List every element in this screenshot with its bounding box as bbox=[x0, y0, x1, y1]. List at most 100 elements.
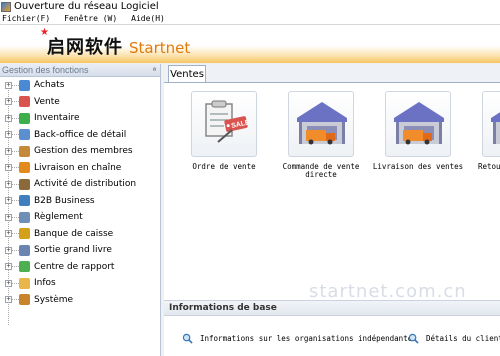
warehouse-truck-icon bbox=[394, 102, 444, 145]
expand-icon[interactable]: + bbox=[5, 197, 12, 205]
sidebar-item-label: Infos bbox=[34, 278, 56, 289]
expand-icon[interactable]: + bbox=[5, 114, 12, 122]
expand-icon[interactable]: + bbox=[5, 81, 12, 89]
expand-icon[interactable]: + bbox=[5, 296, 12, 304]
function-tree: + Achats + Vente + Inventaire + Back-office de … bbox=[0, 77, 160, 308]
sidebar-item[interactable]: + B2B Business bbox=[0, 193, 160, 210]
menu-window[interactable]: Fenêtre (W) bbox=[64, 14, 117, 23]
sidebar-item-label: Centre de rapport bbox=[34, 261, 115, 272]
sidebar-item[interactable]: + Inventaire bbox=[0, 110, 160, 127]
shopping-cart-icon bbox=[19, 129, 30, 141]
sidebar-item-label: Livraison en chaîne bbox=[34, 162, 122, 173]
tile-label: Ordre de vente bbox=[192, 162, 256, 171]
distribution-icon bbox=[19, 178, 30, 190]
expand-icon[interactable]: + bbox=[5, 147, 12, 155]
sidebar-item[interactable]: + Livraison en chaîne bbox=[0, 160, 160, 177]
expand-icon[interactable]: + bbox=[5, 131, 12, 139]
info-panel-title: Informations de base bbox=[164, 301, 500, 316]
ledger-icon bbox=[19, 244, 30, 256]
function-sidebar: Gestion des fonctions ª + Achats + Vente + In… bbox=[0, 64, 161, 356]
title-bar: Ouverture du réseau Logiciel bbox=[0, 0, 500, 13]
sidebar-item[interactable]: + Banque de caisse bbox=[0, 226, 160, 243]
sidebar-item[interactable]: + Achats bbox=[0, 77, 160, 94]
tree-connector bbox=[12, 167, 19, 169]
report-icon bbox=[19, 261, 30, 273]
sidebar-item-label: Vente bbox=[34, 96, 60, 107]
tree-connector bbox=[12, 200, 19, 202]
sidebar-item[interactable]: + Système bbox=[0, 292, 160, 309]
b2b-icon bbox=[19, 195, 30, 207]
menu-file[interactable]: Fichier(F) bbox=[2, 14, 50, 23]
tree-connector bbox=[12, 117, 19, 119]
sidebar-item-label: Règlement bbox=[34, 212, 83, 223]
tile-label: Commande de vente directe bbox=[282, 162, 360, 179]
info-link-label: Détails du client bbox=[426, 334, 500, 343]
expand-icon[interactable]: + bbox=[5, 164, 12, 172]
tree-connector bbox=[12, 183, 19, 185]
tree-connector bbox=[12, 101, 19, 103]
sidebar-item[interactable]: + Back-office de détail bbox=[0, 127, 160, 144]
tree-connector bbox=[12, 299, 19, 301]
sidebar-item-label: Achats bbox=[34, 80, 65, 91]
logo-english: Startnet bbox=[129, 39, 191, 57]
sidebar-item[interactable]: + Vente bbox=[0, 94, 160, 111]
sidebar-item-label: Système bbox=[34, 294, 74, 305]
system-icon bbox=[19, 294, 30, 306]
warehouse-truck-icon bbox=[491, 112, 500, 144]
tab-ventes[interactable]: Ventes bbox=[168, 65, 206, 82]
sales-order-icon: SALE bbox=[205, 100, 251, 143]
client-details-link[interactable]: Détails du client bbox=[408, 333, 500, 344]
expand-icon[interactable]: + bbox=[5, 246, 12, 254]
tree-connector bbox=[12, 249, 19, 251]
returns-tile[interactable] bbox=[482, 91, 500, 157]
sidebar-item[interactable]: + Activité de distribution bbox=[0, 176, 160, 193]
logo-chinese: 启网软件 bbox=[47, 37, 123, 58]
warehouse-truck-icon bbox=[297, 102, 347, 145]
base-info-panel: Informations de base Informations sur le… bbox=[164, 300, 500, 356]
sidebar-item[interactable]: + Règlement bbox=[0, 209, 160, 226]
bank-icon bbox=[19, 228, 30, 240]
cart-icon bbox=[19, 79, 30, 91]
pin-icon[interactable]: ª bbox=[153, 66, 156, 75]
app-banner: ★ 启网软件 Startnet bbox=[0, 25, 500, 63]
direct-sales-order-tile[interactable] bbox=[288, 91, 354, 157]
sales-delivery-tile[interactable] bbox=[385, 91, 451, 157]
tree-connector bbox=[12, 150, 19, 152]
expand-icon[interactable]: + bbox=[5, 180, 12, 188]
magnifier-icon bbox=[182, 333, 193, 344]
tree-connector bbox=[12, 134, 19, 136]
folder-icon bbox=[19, 277, 30, 289]
menu-help[interactable]: Aide(H) bbox=[131, 14, 165, 23]
sidebar-item-label: Inventaire bbox=[34, 113, 80, 124]
info-link-label: Informations sur les organisations indép… bbox=[200, 334, 417, 343]
tree-connector bbox=[12, 233, 19, 235]
watermark: startnet.com.cn bbox=[309, 281, 467, 300]
sidebar-item[interactable]: + Gestion des membres bbox=[0, 143, 160, 160]
sidebar-item[interactable]: + Sortie grand livre bbox=[0, 242, 160, 259]
sidebar-item-label: Gestion des membres bbox=[34, 146, 133, 157]
sale-icon bbox=[19, 96, 30, 108]
sales-order-tile[interactable]: SALE bbox=[191, 91, 257, 157]
sidebar-item-label: Banque de caisse bbox=[34, 228, 114, 239]
truck-icon bbox=[19, 162, 30, 174]
tree-connector bbox=[12, 216, 19, 218]
sidebar-header: Gestion des fonctions ª bbox=[0, 64, 160, 77]
sidebar-item-label: Sortie grand livre bbox=[34, 245, 112, 256]
expand-icon[interactable]: + bbox=[5, 213, 12, 221]
tree-connector bbox=[12, 84, 19, 86]
tab-panel: SALE Ordre de vente Commande de vente di… bbox=[164, 82, 500, 300]
sidebar-item-label: Activité de distribution bbox=[34, 179, 137, 190]
expand-icon[interactable]: + bbox=[5, 230, 12, 238]
tile-label: Retou bbox=[478, 162, 500, 171]
window-title: Ouverture du réseau Logiciel bbox=[14, 1, 159, 12]
sidebar-item[interactable]: + Centre de rapport bbox=[0, 259, 160, 276]
members-icon bbox=[19, 145, 30, 157]
expand-icon[interactable]: + bbox=[5, 263, 12, 271]
sidebar-item-label: Back-office de détail bbox=[34, 129, 127, 140]
sidebar-title: Gestion des fonctions bbox=[2, 65, 89, 75]
inventory-icon bbox=[19, 112, 30, 124]
expand-icon[interactable]: + bbox=[5, 279, 12, 287]
independent-organizations-link[interactable]: Informations sur les organisations indép… bbox=[182, 333, 417, 344]
sidebar-item[interactable]: + Infos bbox=[0, 275, 160, 292]
expand-icon[interactable]: + bbox=[5, 98, 12, 106]
